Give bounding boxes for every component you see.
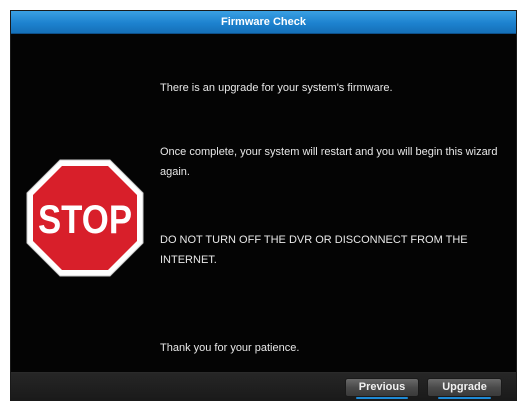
thank-you-message: Thank you for your patience. xyxy=(160,342,300,354)
dialog-button-bar: Previous Upgrade xyxy=(11,372,516,400)
firmware-check-dialog: Firmware Check STOP There is an upgrade … xyxy=(10,10,517,401)
restart-notice-message: Once complete, your system will restart … xyxy=(160,146,498,178)
stop-sign-icon: STOP xyxy=(26,159,144,277)
stop-sign-text: STOP xyxy=(38,198,132,242)
upgrade-available-message: There is an upgrade for your system's fi… xyxy=(160,82,393,94)
dialog-title: Firmware Check xyxy=(11,11,516,34)
upgrade-button[interactable]: Upgrade xyxy=(427,378,502,399)
do-not-turn-off-warning: DO NOT TURN OFF THE DVR OR DISCONNECT FR… xyxy=(160,234,468,266)
previous-button[interactable]: Previous xyxy=(345,378,419,399)
